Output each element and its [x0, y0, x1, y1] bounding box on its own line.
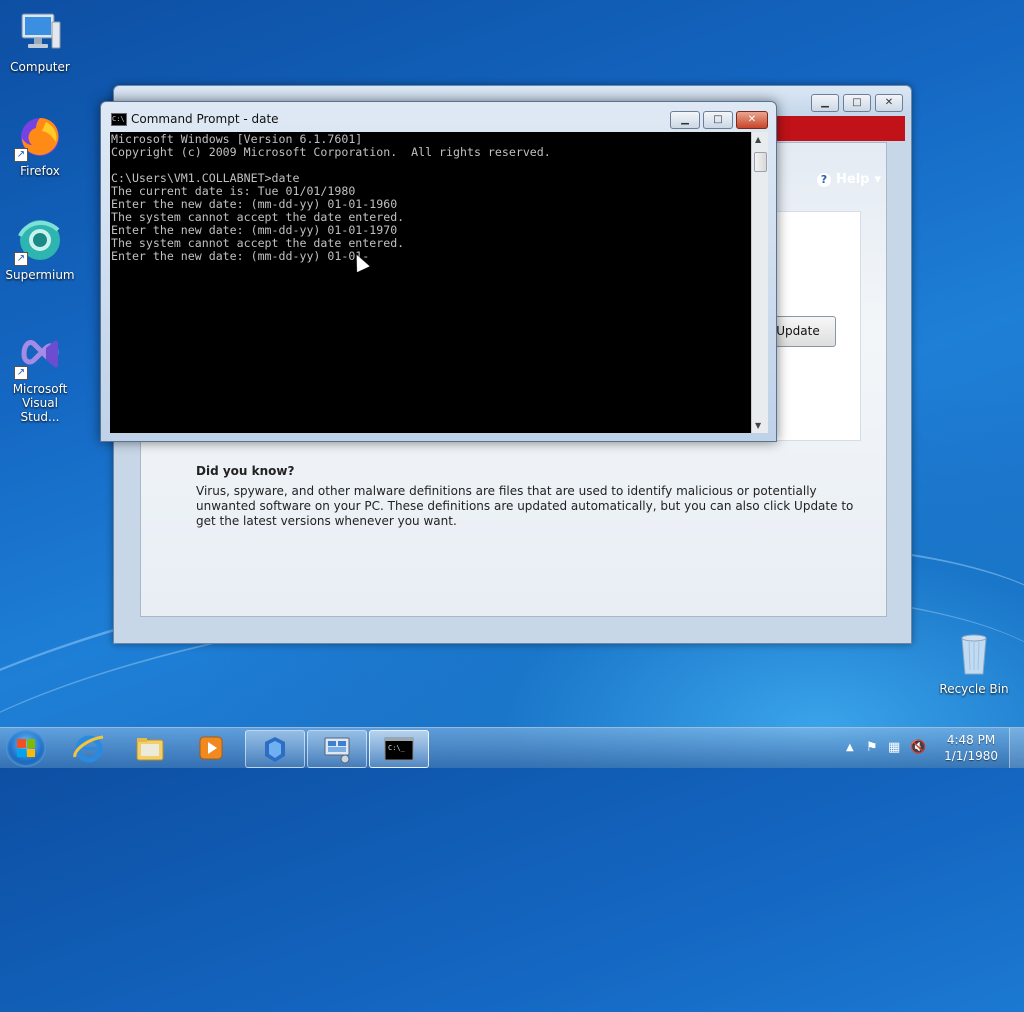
- clock-time: 4:48 PM: [946, 733, 996, 747]
- desktop-icon-visual-studio[interactable]: ↗ Microsoft Visual Stud...: [2, 330, 78, 424]
- shortcut-arrow-icon: ↗: [14, 252, 28, 266]
- console-line: C:\Users\VM1.COLLABNET>date: [111, 171, 300, 185]
- clock[interactable]: 4:48 PM 1/1/1980: [944, 732, 998, 764]
- taskbar: C:\_ ▲ ⚑ ▦ 🔇 4:48 PM 1/1/1980: [0, 727, 1024, 768]
- show-desktop-button[interactable]: [1009, 728, 1024, 768]
- console-output[interactable]: Microsoft Windows [Version 6.1.7601] Cop…: [110, 132, 751, 433]
- console-line: Enter the new date: (mm-dd-yy) 01-01-: [111, 249, 370, 263]
- help-menu[interactable]: ? Help ▾: [817, 172, 881, 187]
- scrollbar-thumb[interactable]: [754, 152, 767, 172]
- taskbar-security-essentials[interactable]: [245, 730, 305, 768]
- internet-explorer-icon: [73, 735, 104, 763]
- desktop-icon-computer[interactable]: Computer: [2, 8, 78, 74]
- remote-desktop-icon: [324, 737, 350, 764]
- firefox-icon: ↗: [14, 112, 64, 162]
- media-player-icon: [199, 736, 223, 760]
- maximize-button[interactable]: □: [703, 111, 733, 129]
- did-you-know-title: Did you know?: [196, 464, 295, 478]
- desktop-icon-recycle-bin[interactable]: Recycle Bin: [936, 630, 1012, 696]
- console-line: The system cannot accept the date entere…: [111, 236, 405, 250]
- computer-icon: [16, 8, 64, 56]
- volume-muted-icon[interactable]: 🔇: [910, 740, 926, 755]
- taskbar-remote-desktop[interactable]: [307, 730, 367, 768]
- visual-studio-icon: ↗: [14, 330, 64, 380]
- console-line: Enter the new date: (mm-dd-yy) 01-01-197…: [111, 223, 398, 237]
- desktop-icon-supermium[interactable]: ↗ Supermium: [2, 216, 78, 282]
- scroll-up-icon[interactable]: ▲: [755, 135, 761, 144]
- console-line: The current date is: Tue 01/01/1980: [111, 184, 356, 198]
- desktop-icon-label: Recycle Bin: [939, 682, 1009, 696]
- shortcut-arrow-icon: ↗: [14, 148, 28, 162]
- close-button[interactable]: ✕: [875, 94, 903, 112]
- window-title: Command Prompt - date: [131, 112, 279, 126]
- desktop-icon-label: Microsoft Visual Stud...: [12, 382, 68, 424]
- security-essentials-icon: [265, 737, 285, 762]
- cmd-window-controls: ▁ □ ✕: [670, 111, 768, 129]
- clock-date: 1/1/1980: [944, 749, 998, 763]
- help-label: Help: [836, 172, 870, 187]
- network-icon[interactable]: ▦: [888, 740, 900, 755]
- vertical-scrollbar[interactable]: ▲ ▼: [751, 132, 768, 433]
- close-button[interactable]: ✕: [736, 111, 768, 129]
- desktop-icon-firefox[interactable]: ↗ Firefox: [2, 112, 78, 178]
- help-icon: ?: [817, 172, 831, 187]
- svg-text:C:\_: C:\_: [388, 744, 406, 752]
- start-button[interactable]: [6, 729, 46, 767]
- cmd-app-icon[interactable]: C:\: [111, 113, 127, 126]
- console-line: The system cannot accept the date entere…: [111, 210, 405, 224]
- taskbar-media-player[interactable]: [182, 730, 240, 766]
- recycle-bin-icon: [950, 630, 998, 678]
- taskbar-windows-explorer[interactable]: [121, 730, 179, 766]
- taskbar-command-prompt[interactable]: C:\_: [369, 730, 429, 768]
- mse-window-controls: ▁ □ ✕: [811, 94, 903, 112]
- console-line: [110, 158, 751, 171]
- show-hidden-icons-icon[interactable]: ▲: [846, 742, 854, 753]
- command-prompt-window: C:\ Command Prompt - date ▁ □ ✕ Microsof…: [100, 101, 777, 442]
- supermium-icon: ↗: [14, 216, 64, 266]
- desktop-icon-label: Supermium: [5, 268, 75, 282]
- desktop-icon-label: Firefox: [20, 164, 60, 178]
- windows-logo-icon: [17, 739, 35, 757]
- console-line: Microsoft Windows [Version 6.1.7601]: [111, 132, 363, 146]
- scroll-down-icon[interactable]: ▼: [755, 421, 761, 430]
- folder-icon: [136, 738, 164, 761]
- taskbar-internet-explorer[interactable]: [60, 730, 118, 766]
- minimize-button[interactable]: ▁: [670, 111, 700, 129]
- chevron-down-icon: ▾: [874, 172, 881, 187]
- maximize-button[interactable]: □: [843, 94, 871, 112]
- minimize-button[interactable]: ▁: [811, 94, 839, 112]
- system-tray: ▲ ⚑ ▦ 🔇 4:48 PM 1/1/1980: [824, 728, 1024, 768]
- console-line: Copyright (c) 2009 Microsoft Corporation…: [111, 145, 551, 159]
- shortcut-arrow-icon: ↗: [14, 366, 28, 380]
- did-you-know-text: Virus, spyware, and other malware defini…: [196, 484, 854, 528]
- desktop-icon-label: Computer: [10, 60, 70, 74]
- command-prompt-icon: C:\_: [384, 737, 414, 761]
- console-line: Enter the new date: (mm-dd-yy) 01-01-196…: [111, 197, 398, 211]
- action-center-flag-icon[interactable]: ⚑: [866, 740, 878, 755]
